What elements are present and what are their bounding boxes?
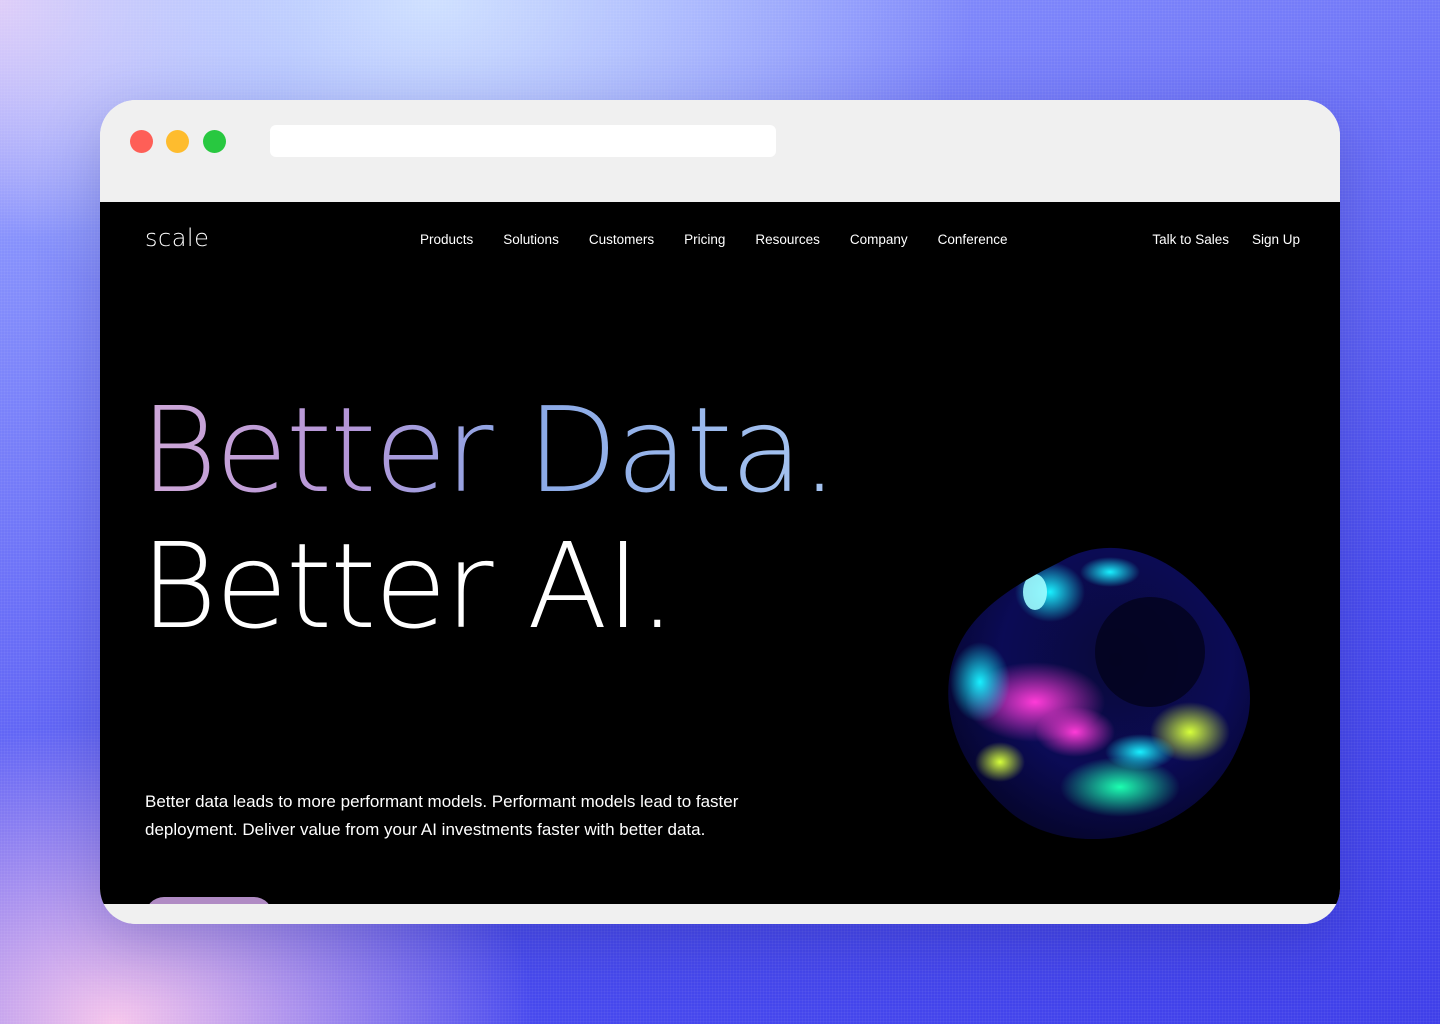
browser-window: scale Products Solutions Customers Prici… bbox=[100, 100, 1340, 924]
headline-line-2: Better AI. bbox=[140, 517, 676, 655]
hero-headline: Better Data. Better AI. bbox=[140, 381, 838, 655]
nav-customers[interactable]: Customers bbox=[589, 232, 654, 247]
sign-up-link[interactable]: Sign Up bbox=[1252, 232, 1300, 247]
web-page: scale Products Solutions Customers Prici… bbox=[100, 202, 1340, 924]
iridescent-blob-image bbox=[940, 532, 1260, 852]
nav-actions: Talk to Sales Sign Up bbox=[1152, 232, 1300, 247]
address-bar[interactable] bbox=[270, 125, 776, 157]
scale-logo[interactable]: scale bbox=[145, 224, 209, 252]
nav-resources[interactable]: Resources bbox=[755, 232, 820, 247]
nav-conference[interactable]: Conference bbox=[938, 232, 1008, 247]
minimize-window-button[interactable] bbox=[166, 130, 189, 153]
talk-to-sales-link[interactable]: Talk to Sales bbox=[1152, 232, 1229, 247]
maximize-window-button[interactable] bbox=[203, 130, 226, 153]
hero-subtext: Better data leads to more performant mod… bbox=[145, 792, 739, 839]
headline-line-1: Better Data. bbox=[140, 381, 838, 519]
main-nav: Products Solutions Customers Pricing Res… bbox=[420, 232, 1007, 247]
window-bottom bbox=[100, 904, 1340, 924]
nav-pricing[interactable]: Pricing bbox=[684, 232, 725, 247]
close-window-button[interactable] bbox=[130, 130, 153, 153]
nav-products[interactable]: Products bbox=[420, 232, 473, 247]
nav-company[interactable]: Company bbox=[850, 232, 908, 247]
nav-solutions[interactable]: Solutions bbox=[503, 232, 559, 247]
browser-chrome bbox=[100, 100, 1340, 202]
